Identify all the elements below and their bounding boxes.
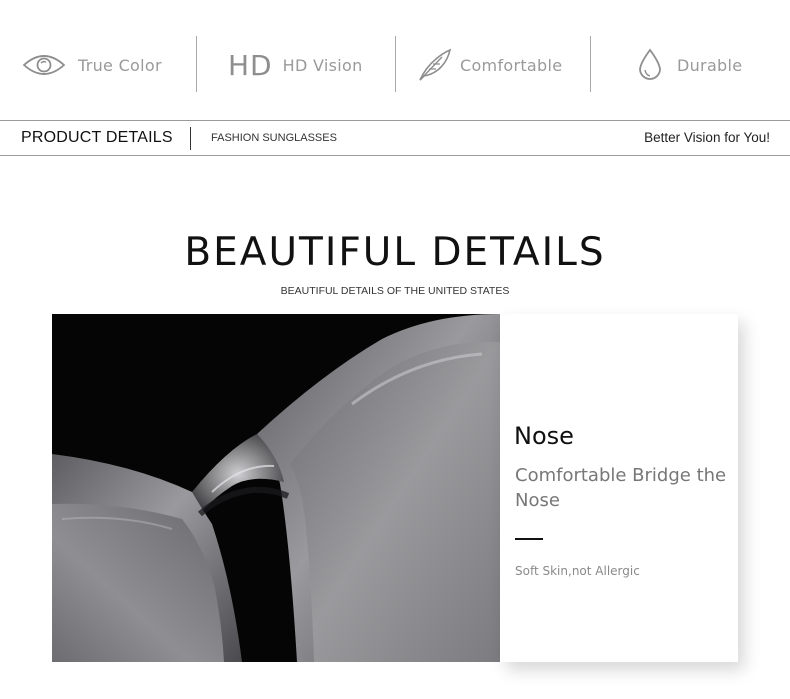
feather-icon xyxy=(416,47,452,83)
feature-true-color: True Color xyxy=(22,40,162,90)
product-category: FASHION SUNGLASSES xyxy=(211,132,337,144)
nose-detail-card: Nose Comfortable Bridge the Nose Soft Sk… xyxy=(500,314,738,662)
hd-icon: HD xyxy=(228,48,273,82)
feature-strip: True Color HD HD Vision Comfortable Dura… xyxy=(0,0,790,120)
feature-divider xyxy=(196,36,197,92)
product-details-title: PRODUCT DETAILS xyxy=(21,129,173,146)
feature-label: HD Vision xyxy=(282,55,363,75)
water-drop-icon xyxy=(637,48,663,82)
section-title: BEAUTIFUL DETAILS xyxy=(184,230,606,275)
feature-label: Durable xyxy=(677,55,743,75)
product-details-bar: PRODUCT DETAILS FASHION SUNGLASSES Bette… xyxy=(0,120,790,156)
sunglasses-nose-bridge-photo xyxy=(52,314,500,662)
tagline: Better Vision for You! xyxy=(644,130,770,145)
details-divider xyxy=(190,127,191,150)
detail-divider xyxy=(515,538,543,540)
feature-comfortable: Comfortable xyxy=(416,40,562,90)
section-subtitle: BEAUTIFUL DETAILS OF THE UNITED STATES xyxy=(280,285,510,297)
feature-durable: Durable xyxy=(637,40,742,90)
detail-description: Comfortable Bridge the Nose xyxy=(515,465,727,511)
detail-note: Soft Skin,not Allergic xyxy=(515,564,640,578)
feature-divider xyxy=(590,36,591,92)
eye-icon xyxy=(22,53,66,77)
feature-label: True Color xyxy=(78,55,162,75)
feature-hd-vision: HD HD Vision xyxy=(228,40,363,90)
feature-label: Comfortable xyxy=(460,55,563,75)
feature-divider xyxy=(395,36,396,92)
detail-title: Nose xyxy=(514,422,574,450)
